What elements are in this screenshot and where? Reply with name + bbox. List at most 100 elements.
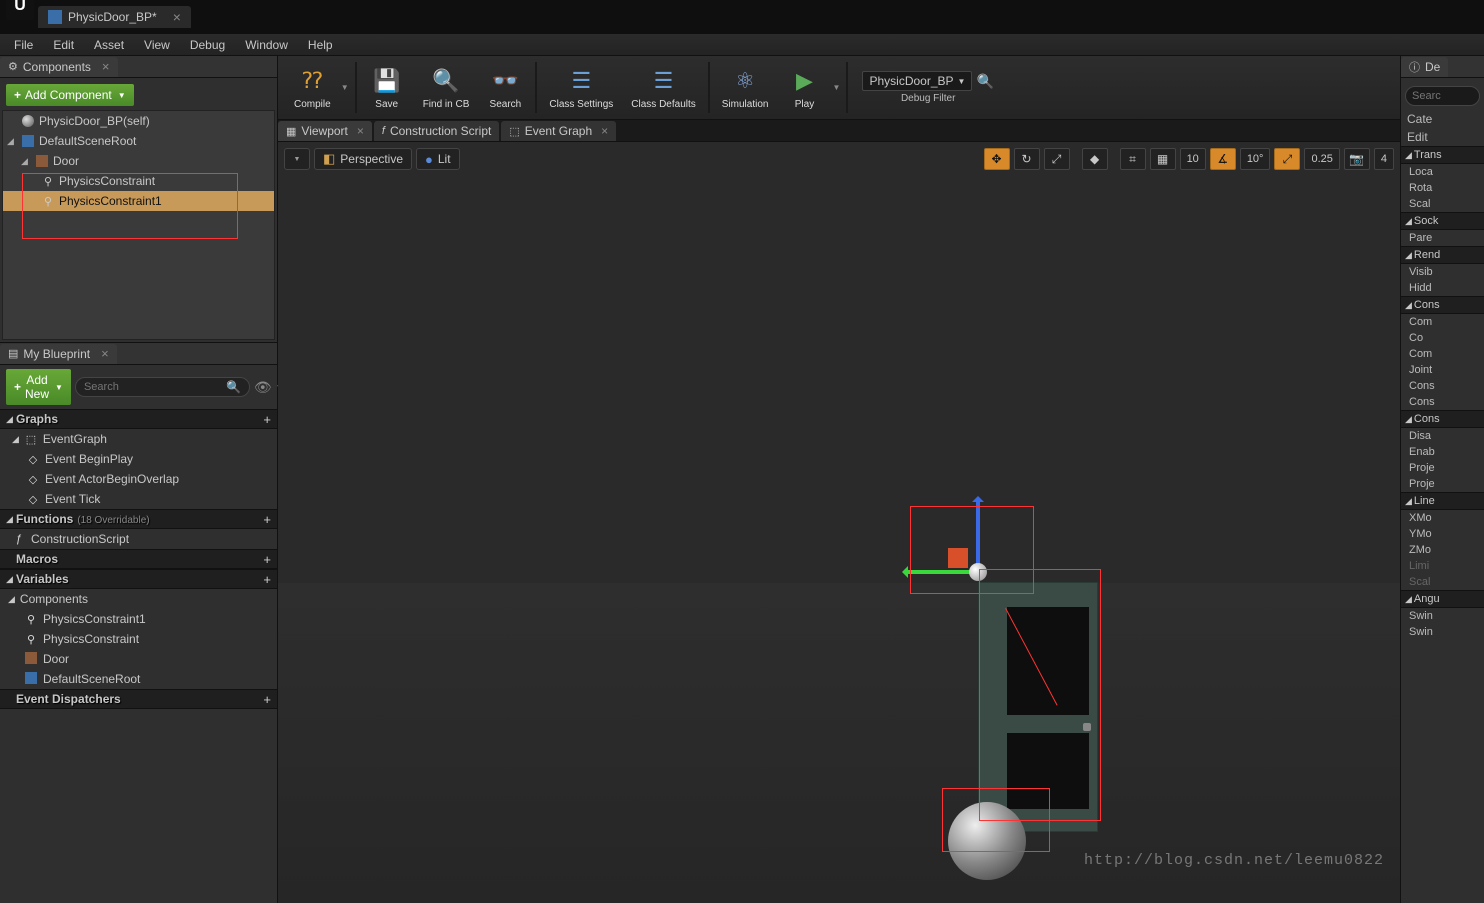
document-tab[interactable]: PhysicDoor_BP* ×: [38, 6, 191, 28]
plus-icon[interactable]: +: [263, 692, 271, 707]
compile-dropdown[interactable]: ▼: [339, 56, 351, 119]
rotate-mode-button[interactable]: ↻: [1014, 148, 1040, 170]
angle-snap-button[interactable]: ∡: [1210, 148, 1236, 170]
simulation-button[interactable]: ⚛Simulation: [714, 56, 777, 119]
camera-speed-value[interactable]: 4: [1374, 148, 1394, 170]
save-button[interactable]: 💾Save: [361, 56, 413, 119]
tree-row[interactable]: ◢ DefaultSceneRoot: [3, 131, 274, 151]
bp-row[interactable]: DefaultSceneRoot: [0, 669, 277, 689]
category-dispatchers[interactable]: Event Dispatchers+: [0, 689, 277, 709]
grid-snap-value[interactable]: 10: [1180, 148, 1206, 170]
translate-mode-button[interactable]: ✥: [984, 148, 1010, 170]
find-in-cb-button[interactable]: 🔍Find in CB: [415, 56, 478, 119]
viewport-perspective-button[interactable]: ◧Perspective: [314, 148, 412, 170]
details-row[interactable]: Swin: [1401, 608, 1484, 624]
details-row[interactable]: Proje: [1401, 476, 1484, 492]
details-search[interactable]: [1405, 86, 1480, 106]
tab-viewport[interactable]: ▦Viewport×: [278, 121, 372, 141]
viewport-menu-button[interactable]: ▼: [284, 148, 310, 170]
category-macros[interactable]: Macros+: [0, 549, 277, 569]
class-settings-button[interactable]: ☰Class Settings: [541, 56, 621, 119]
menu-edit[interactable]: Edit: [43, 34, 84, 56]
category-functions[interactable]: ◢Functions(18 Overridable)+: [0, 509, 277, 529]
myblueprint-tab[interactable]: ▤ My Blueprint ×: [0, 344, 117, 364]
scale-snap-value[interactable]: 0.25: [1304, 148, 1339, 170]
tree-row-self[interactable]: PhysicDoor_BP(self): [3, 111, 274, 131]
angle-snap-value[interactable]: 10°: [1240, 148, 1271, 170]
bp-row[interactable]: ⚲PhysicsConstraint: [0, 629, 277, 649]
plus-icon[interactable]: +: [263, 572, 271, 587]
compile-button[interactable]: ⁇Compile: [286, 56, 339, 119]
bp-row[interactable]: ◇Event ActorBeginOverlap: [0, 469, 277, 489]
details-row[interactable]: Visib: [1401, 264, 1484, 280]
bp-row[interactable]: ◢Components: [0, 589, 277, 609]
details-section-header[interactable]: ◢Line: [1401, 492, 1484, 510]
menu-file[interactable]: File: [4, 34, 43, 56]
menu-asset[interactable]: Asset: [84, 34, 134, 56]
scale-snap-button[interactable]: ⤢: [1274, 148, 1300, 170]
details-row[interactable]: Scal: [1401, 196, 1484, 212]
details-row[interactable]: XMo: [1401, 510, 1484, 526]
components-tree[interactable]: PhysicDoor_BP(self) ◢ DefaultSceneRoot ◢…: [2, 110, 275, 340]
close-icon[interactable]: ×: [102, 59, 110, 74]
category-graphs[interactable]: ◢Graphs+: [0, 409, 277, 429]
details-row[interactable]: Loca: [1401, 164, 1484, 180]
bp-row[interactable]: ◢⬚EventGraph: [0, 429, 277, 449]
camera-speed-button[interactable]: 📷: [1344, 148, 1370, 170]
category-variables[interactable]: ◢Variables+: [0, 569, 277, 589]
menu-help[interactable]: Help: [298, 34, 343, 56]
bp-row[interactable]: Door: [0, 649, 277, 669]
components-tab[interactable]: ⚙ Components ×: [0, 57, 118, 77]
search-button[interactable]: 👓Search: [479, 56, 531, 119]
details-section-header[interactable]: ◢Trans: [1401, 146, 1484, 164]
myblueprint-search[interactable]: 🔍: [75, 377, 250, 397]
eye-icon[interactable]: 👁: [254, 379, 272, 396]
debug-filter-dropdown[interactable]: PhysicDoor_BP ▼: [862, 71, 972, 91]
details-row[interactable]: Hidd: [1401, 280, 1484, 296]
add-new-button[interactable]: + Add New ▼: [6, 369, 71, 405]
viewport[interactable]: ▼ ◧Perspective ●Lit ✥ ↻ ⤢ ◆ ⌗ ▦ 10 ∡ 10°…: [278, 142, 1400, 903]
details-row[interactable]: Com: [1401, 314, 1484, 330]
play-dropdown[interactable]: ▼: [830, 56, 842, 119]
plus-icon[interactable]: +: [263, 552, 271, 567]
details-row[interactable]: ZMo: [1401, 542, 1484, 558]
plus-icon[interactable]: +: [263, 412, 271, 427]
details-row[interactable]: Cons: [1401, 378, 1484, 394]
bp-row[interactable]: ƒConstructionScript: [0, 529, 277, 549]
close-icon[interactable]: ×: [101, 346, 109, 361]
details-row[interactable]: Pare: [1401, 230, 1484, 246]
details-row[interactable]: Joint: [1401, 362, 1484, 378]
menu-window[interactable]: Window: [235, 34, 298, 56]
tree-row-selected[interactable]: ⚲ PhysicsConstraint1: [3, 191, 274, 211]
tree-row[interactable]: ⚲ PhysicsConstraint: [3, 171, 274, 191]
details-row[interactable]: Co: [1401, 330, 1484, 346]
details-row[interactable]: Cons: [1401, 394, 1484, 410]
bp-row[interactable]: ◇Event BeginPlay: [0, 449, 277, 469]
details-row[interactable]: Disa: [1401, 428, 1484, 444]
details-section-header[interactable]: ◢Rend: [1401, 246, 1484, 264]
grid-snap-button[interactable]: ▦: [1150, 148, 1176, 170]
tab-construction-script[interactable]: fConstruction Script: [374, 121, 499, 141]
details-section-header[interactable]: ◢Cons: [1401, 410, 1484, 428]
details-row[interactable]: Swin: [1401, 624, 1484, 640]
search-input[interactable]: [84, 381, 226, 393]
close-icon[interactable]: ×: [357, 124, 364, 138]
bp-row[interactable]: ⚲PhysicsConstraint1: [0, 609, 277, 629]
details-tab[interactable]: ⓘ De: [1401, 57, 1448, 77]
plus-icon[interactable]: +: [263, 512, 271, 527]
surface-snap-button[interactable]: ⌗: [1120, 148, 1146, 170]
details-row[interactable]: Rota: [1401, 180, 1484, 196]
close-icon[interactable]: ×: [173, 9, 181, 25]
menu-debug[interactable]: Debug: [180, 34, 235, 56]
search-icon[interactable]: 🔍: [976, 73, 993, 90]
details-row[interactable]: Com: [1401, 346, 1484, 362]
details-section-header[interactable]: ◢Sock: [1401, 212, 1484, 230]
add-component-button[interactable]: + Add Component ▼: [6, 84, 134, 106]
bp-row[interactable]: ◇Event Tick: [0, 489, 277, 509]
expand-icon[interactable]: ◢: [21, 156, 31, 167]
search-input[interactable]: [1412, 90, 1473, 102]
close-icon[interactable]: ×: [601, 124, 608, 138]
menu-view[interactable]: View: [134, 34, 180, 56]
class-defaults-button[interactable]: ☰Class Defaults: [623, 56, 703, 119]
scale-mode-button[interactable]: ⤢: [1044, 148, 1070, 170]
